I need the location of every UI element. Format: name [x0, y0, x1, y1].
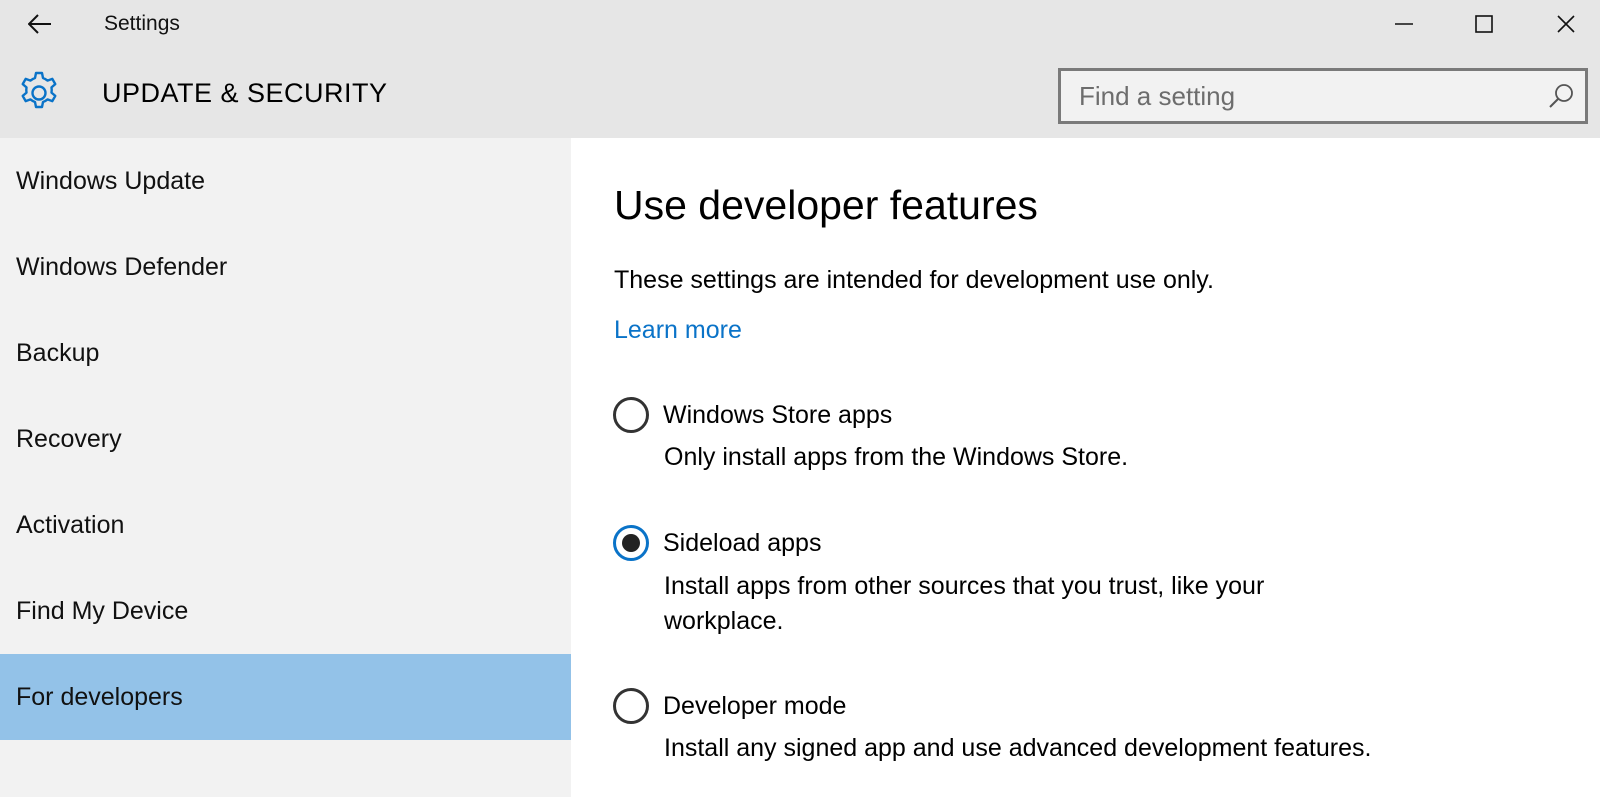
radio-button-checked[interactable] — [613, 525, 649, 561]
gear-icon — [21, 71, 57, 109]
search-input[interactable] — [1061, 71, 1531, 121]
sidebar: Windows Update Windows Defender Backup R… — [0, 138, 571, 797]
radio-label: Sideload apps — [663, 528, 822, 557]
radio-label: Windows Store apps — [663, 400, 893, 429]
sidebar-item-label: Activation — [16, 510, 125, 539]
close-button[interactable] — [1526, 0, 1600, 48]
sidebar-item-windows-defender[interactable]: Windows Defender — [0, 224, 571, 310]
window-title: Settings — [104, 12, 180, 35]
radio-description: Install any signed app and use advanced … — [664, 734, 1372, 762]
sidebar-item-find-my-device[interactable]: Find My Device — [0, 568, 571, 654]
sidebar-item-label: Recovery — [16, 424, 122, 453]
radio-description: Only install apps from the Windows Store… — [664, 443, 1129, 471]
radio-description: Install apps from other sources that you… — [664, 572, 1265, 635]
section-title: UPDATE & SECURITY — [102, 78, 388, 108]
close-icon — [1557, 15, 1575, 33]
learn-more-link[interactable]: Learn more — [614, 316, 742, 345]
minimize-button[interactable] — [1364, 0, 1444, 48]
maximize-icon — [1475, 15, 1493, 33]
sidebar-item-label: For developers — [16, 682, 183, 711]
radio-button[interactable] — [613, 397, 649, 433]
radio-windows-store-apps[interactable]: Windows Store apps — [613, 395, 892, 435]
title-bar: Settings — [0, 0, 1600, 48]
minimize-icon — [1395, 23, 1413, 25]
radio-developer-mode[interactable]: Developer mode — [613, 686, 846, 726]
radio-label: Developer mode — [663, 691, 847, 720]
page-description: These settings are intended for developm… — [614, 266, 1214, 294]
main-content: Use developer features These settings ar… — [571, 138, 1600, 797]
sidebar-item-recovery[interactable]: Recovery — [0, 396, 571, 482]
search-icon[interactable] — [1547, 82, 1575, 110]
sidebar-item-activation[interactable]: Activation — [0, 482, 571, 568]
radio-button[interactable] — [613, 688, 649, 724]
maximize-button[interactable] — [1444, 0, 1524, 48]
sidebar-item-label: Windows Update — [16, 166, 205, 195]
sidebar-item-label: Windows Defender — [16, 252, 228, 281]
sidebar-item-backup[interactable]: Backup — [0, 310, 571, 396]
back-button[interactable] — [14, 6, 66, 42]
page-header: UPDATE & SECURITY — [0, 48, 1600, 138]
radio-sideload-apps[interactable]: Sideload apps — [613, 523, 821, 563]
sidebar-item-label: Backup — [16, 338, 100, 367]
sidebar-item-for-developers[interactable]: For developers — [0, 654, 571, 740]
sidebar-item-label: Find My Device — [16, 596, 189, 625]
sidebar-item-windows-update[interactable]: Windows Update — [0, 138, 571, 224]
settings-window: Settings UPDATE & SECURITY Find a settin… — [0, 0, 1600, 797]
page-title: Use developer features — [614, 182, 1038, 228]
search-box[interactable] — [1058, 68, 1588, 124]
back-arrow-icon — [28, 14, 51, 34]
